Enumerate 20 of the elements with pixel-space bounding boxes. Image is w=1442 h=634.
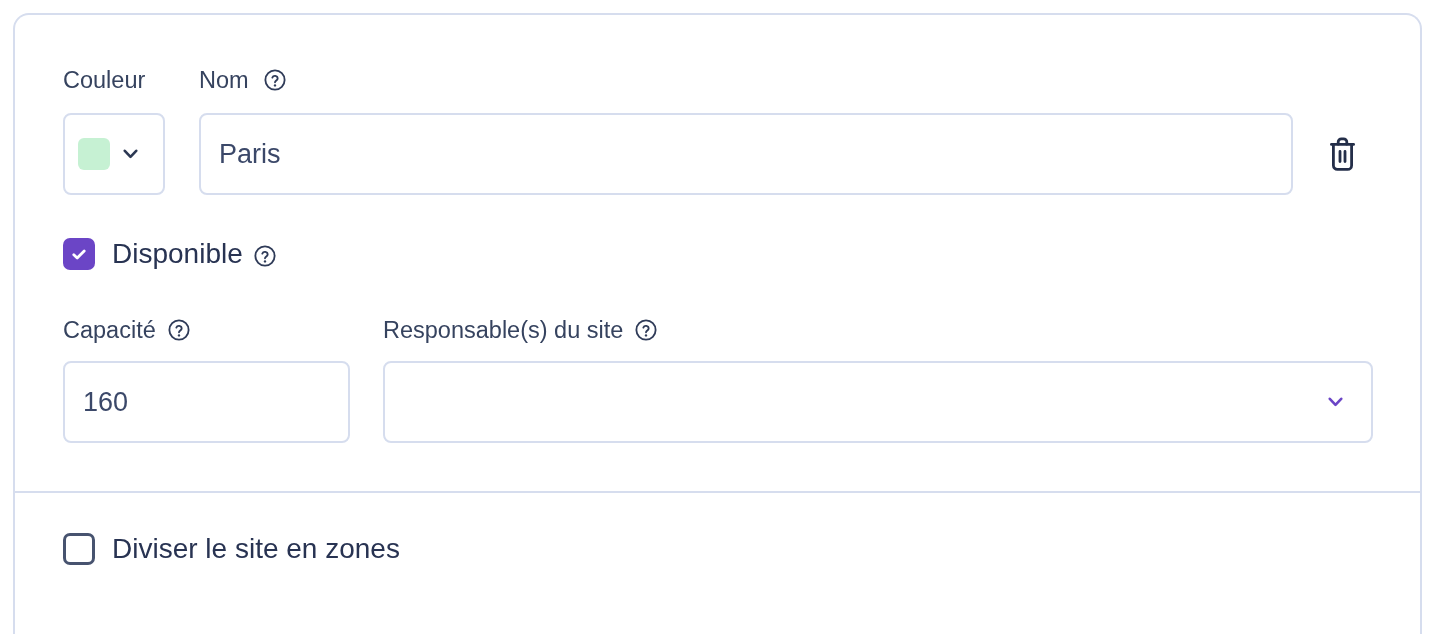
field-label: Couleur xyxy=(63,66,146,95)
chevron-down-icon xyxy=(1328,397,1343,407)
chevron-down-icon xyxy=(123,149,138,159)
checkbox-label: Disponible xyxy=(112,237,243,271)
checkbox[interactable] xyxy=(63,238,95,270)
color-picker[interactable] xyxy=(63,113,165,195)
capacity-input[interactable]: 160 xyxy=(63,361,350,443)
checkbox-label: Diviser le site en zones xyxy=(112,532,400,566)
help-icon[interactable] xyxy=(167,319,190,341)
field-label: Responsable(s) du site xyxy=(383,316,624,345)
help-icon[interactable] xyxy=(263,69,286,91)
trash-icon xyxy=(1330,137,1355,171)
field-label: Capacité xyxy=(63,316,156,345)
checkbox[interactable] xyxy=(63,533,95,565)
field-label: Nom xyxy=(199,66,249,95)
delete-button[interactable] xyxy=(1330,137,1355,171)
check-icon xyxy=(72,248,86,260)
name-input[interactable]: Paris xyxy=(199,113,1293,195)
help-icon[interactable] xyxy=(635,319,658,341)
help-icon[interactable] xyxy=(253,245,276,267)
